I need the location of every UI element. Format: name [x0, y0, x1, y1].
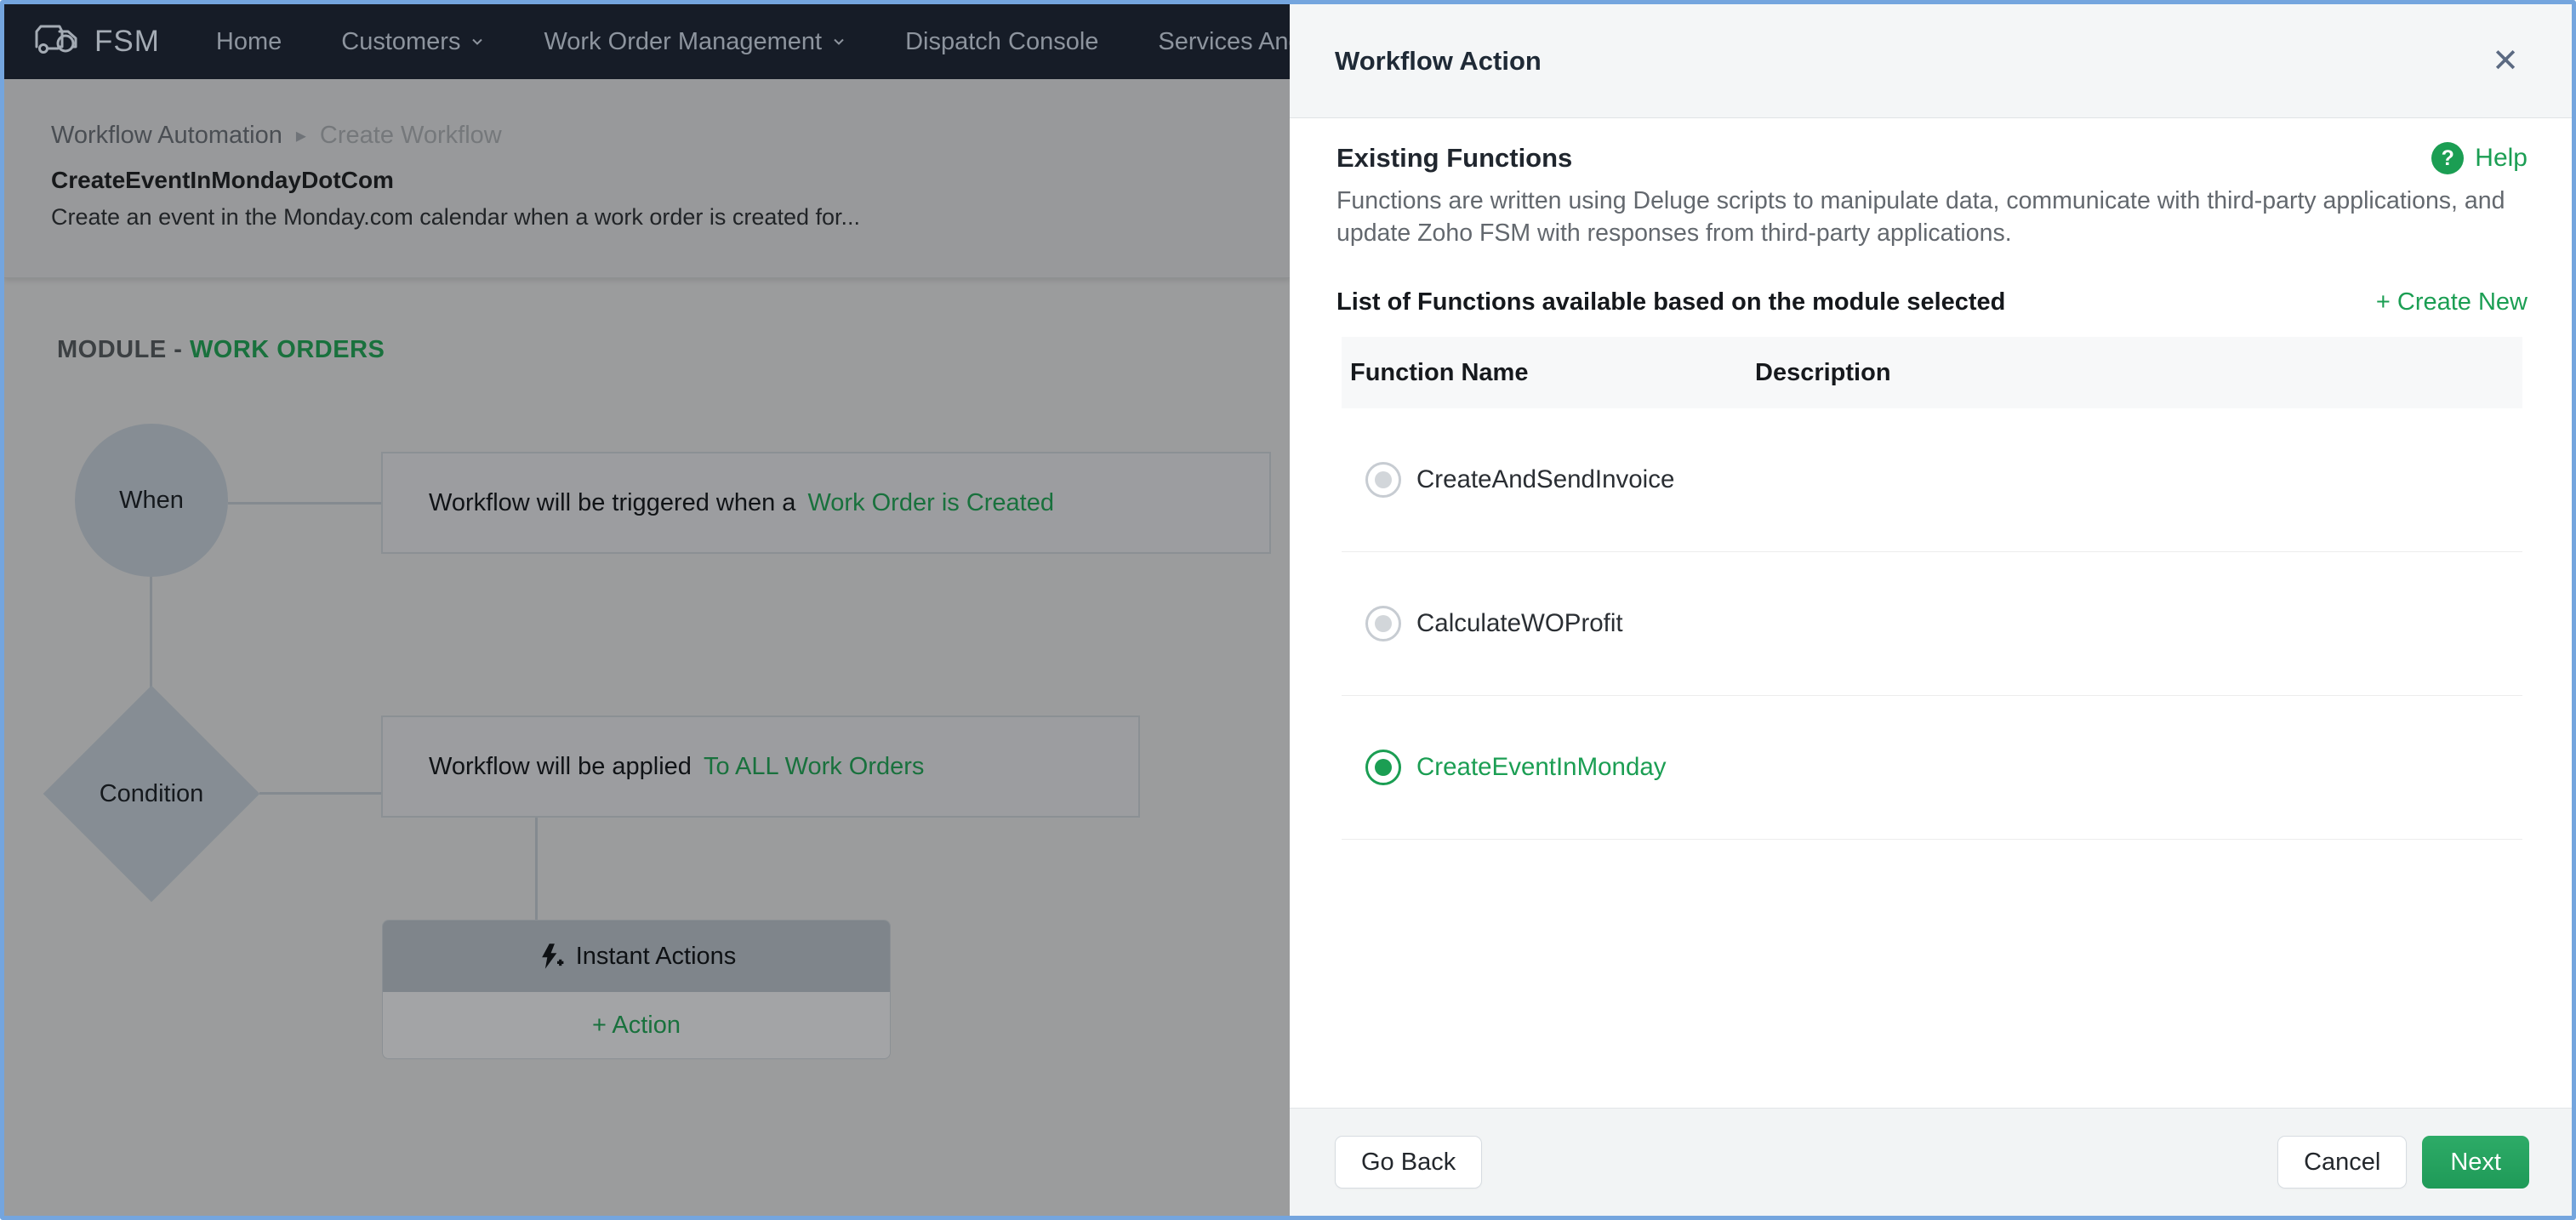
- chevron-down-icon: [834, 38, 844, 45]
- help-label: Help: [2475, 144, 2528, 172]
- connector-when-trigger: [228, 502, 381, 505]
- instant-actions-title: Instant Actions: [575, 942, 737, 970]
- instant-actions-box: Instant Actions + Action: [382, 920, 891, 1059]
- radio-button[interactable]: [1365, 606, 1401, 641]
- condition-node-label: Condition: [41, 717, 262, 870]
- page-header: Workflow Automation ▸ Create Workflow Cr…: [4, 79, 1290, 278]
- close-icon[interactable]: ✕: [2492, 45, 2519, 77]
- radio-button[interactable]: [1365, 462, 1401, 498]
- connector-applied-actions: [535, 818, 538, 923]
- function-name: CreateEventInMonday: [1416, 753, 1667, 781]
- app-window: FSM Home Customers Work Order Management…: [0, 0, 2576, 1220]
- help-link[interactable]: ? Help: [2431, 142, 2528, 174]
- applied-text: Workflow will be applied: [429, 752, 692, 780]
- connector-condition-applied: [259, 792, 381, 795]
- lightning-plus-icon: [541, 944, 564, 969]
- fsm-van-logo-icon: [33, 20, 81, 63]
- workflow-action-panel: Workflow Action ✕ Existing Functions ? H…: [1290, 4, 2572, 1216]
- function-row-create-and-send-invoice[interactable]: CreateAndSendInvoice: [1342, 408, 2522, 552]
- help-question-icon: ?: [2431, 142, 2465, 174]
- radio-button[interactable]: [1365, 750, 1401, 785]
- column-description: Description: [1755, 358, 1891, 386]
- breadcrumb-separator-icon: ▸: [295, 123, 306, 147]
- function-row-create-event-in-monday[interactable]: CreateEventInMonday: [1342, 696, 2522, 840]
- nav-item-label: Services And: [1158, 27, 1290, 55]
- go-back-button[interactable]: Go Back: [1335, 1136, 1483, 1189]
- nav-item-home[interactable]: Home: [216, 28, 282, 56]
- trigger-text: Workflow will be triggered when a: [429, 488, 796, 516]
- nav-item-services-and[interactable]: Services And: [1158, 28, 1290, 56]
- list-title: List of Functions available based on the…: [1336, 288, 2006, 316]
- applied-box[interactable]: Workflow will be applied To ALL Work Ord…: [381, 715, 1140, 818]
- when-node[interactable]: When: [75, 424, 228, 577]
- main-page-dimmed: FSM Home Customers Work Order Management…: [4, 4, 1290, 1216]
- breadcrumb: Workflow Automation ▸ Create Workflow: [51, 79, 1290, 150]
- nav-item-label: Work Order Management: [544, 27, 823, 55]
- workflow-description: Create an event in the Monday.com calend…: [51, 204, 860, 230]
- nav-item-label: Customers: [341, 27, 461, 55]
- next-button[interactable]: Next: [2422, 1136, 2529, 1189]
- nav-item-label: Home: [215, 27, 282, 55]
- nav-item-label: Dispatch Console: [905, 27, 1099, 55]
- cancel-button[interactable]: Cancel: [2277, 1136, 2408, 1189]
- functions-table: Function Name Description CreateAndSendI…: [1342, 337, 2522, 840]
- module-value: WORK ORDERS: [189, 336, 385, 363]
- create-new-link[interactable]: + Create New: [2376, 288, 2528, 316]
- workflow-name: CreateEventInMondayDotCom: [51, 167, 394, 193]
- add-action-label: + Action: [592, 1011, 681, 1039]
- add-action-button[interactable]: + Action: [383, 992, 890, 1058]
- instant-actions-header: Instant Actions: [383, 921, 890, 992]
- trigger-value-link[interactable]: Work Order is Created: [807, 489, 1054, 517]
- panel-body: Existing Functions ? Help Functions are …: [1290, 118, 2572, 1108]
- nav-item-customers[interactable]: Customers: [341, 28, 484, 56]
- function-name: CreateAndSendInvoice: [1416, 465, 1675, 493]
- trigger-box[interactable]: Workflow will be triggered when a Work O…: [381, 452, 1271, 554]
- applied-value-link[interactable]: To ALL Work Orders: [704, 753, 925, 781]
- panel-footer: Go Back Cancel Next: [1290, 1108, 2572, 1216]
- module-line: MODULE - WORK ORDERS: [57, 336, 385, 364]
- function-name: CalculateWOProfit: [1416, 609, 1623, 637]
- breadcrumb-workflow-automation[interactable]: Workflow Automation: [51, 122, 282, 150]
- list-header-row: List of Functions available based on the…: [1336, 288, 2528, 316]
- panel-header: Workflow Action ✕: [1290, 4, 2572, 118]
- top-navbar: FSM Home Customers Work Order Management…: [4, 4, 1290, 79]
- nav-items: Home Customers Work Order Management Dis…: [216, 28, 1290, 56]
- breadcrumb-create-workflow: Create Workflow: [319, 122, 502, 149]
- when-node-label: When: [119, 486, 184, 514]
- brand-name: FSM: [94, 25, 160, 58]
- nav-item-work-order-management[interactable]: Work Order Management: [544, 28, 846, 56]
- column-function-name: Function Name: [1350, 358, 1529, 386]
- nav-item-dispatch-console[interactable]: Dispatch Console: [905, 28, 1098, 56]
- condition-label-text: Condition: [99, 779, 204, 807]
- connector-when-condition: [150, 577, 152, 689]
- section-title: Existing Functions: [1336, 143, 1573, 173]
- chevron-down-icon: [472, 38, 483, 45]
- panel-title: Workflow Action: [1335, 45, 1542, 76]
- brand[interactable]: FSM: [33, 20, 160, 63]
- function-row-calculate-wo-profit[interactable]: CalculateWOProfit: [1342, 552, 2522, 696]
- section-description: Functions are written using Deluge scrip…: [1336, 187, 2505, 247]
- functions-table-header: Function Name Description: [1342, 337, 2522, 408]
- section-header: Existing Functions ? Help: [1336, 142, 2528, 174]
- module-label: MODULE -: [57, 336, 183, 363]
